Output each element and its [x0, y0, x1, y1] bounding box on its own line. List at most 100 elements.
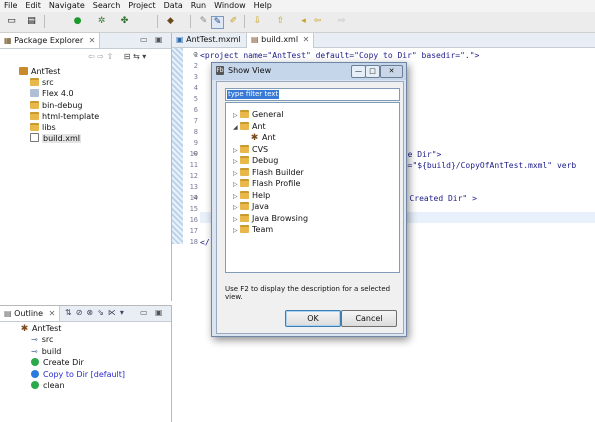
outline-item[interactable]: ⊸ build — [31, 346, 61, 357]
cancel-button[interactable]: Cancel — [341, 310, 397, 327]
menu-edit[interactable]: Edit — [21, 0, 45, 11]
collapsed-icon[interactable]: ▷ — [233, 214, 239, 225]
outline-item[interactable]: ⊸ src — [31, 334, 53, 345]
debug-icon[interactable]: ✲ — [96, 16, 107, 27]
tab-build-xml[interactable]: ▤ build.xml ✕ — [246, 33, 315, 48]
code-line[interactable]: le="${build}/CopyOfAntTest.mxml" verb — [398, 161, 576, 170]
collapsed-icon[interactable]: ▷ — [233, 191, 239, 202]
line-number: 11 — [189, 161, 198, 169]
collapsed-icon[interactable]: ▷ — [233, 156, 239, 167]
view-menu-icon[interactable]: ▾ — [142, 52, 146, 61]
tree-item[interactable]: bin-debug — [30, 100, 82, 111]
view-tree-item-label: Help — [252, 190, 271, 200]
view-tree-item[interactable]: ▷ Team — [233, 224, 273, 235]
menu-project[interactable]: Project — [124, 0, 159, 11]
outline-item[interactable]: Create Dir — [31, 357, 84, 368]
maximize-icon[interactable]: ▣ — [155, 308, 163, 317]
view-tree-item[interactable]: ▷ Help — [233, 190, 270, 201]
folder-icon — [240, 167, 249, 176]
view-tree-item[interactable]: ✱ Ant — [250, 132, 276, 143]
close-icon[interactable]: ✕ — [89, 36, 96, 45]
collapsed-icon[interactable]: ▷ — [233, 168, 239, 179]
highlight-icon[interactable]: ✐ — [228, 16, 239, 27]
minimize-window-button[interactable]: — — [351, 65, 366, 78]
back-icon[interactable]: ⇦ — [312, 16, 323, 27]
run-icon[interactable]: ● — [72, 16, 83, 27]
next-annotation-icon[interactable]: ⇩ — [252, 16, 263, 27]
ok-button[interactable]: OK — [285, 310, 341, 327]
menu-data[interactable]: Data — [160, 0, 187, 11]
profile-icon[interactable]: ✤ — [119, 16, 130, 27]
outline-tabbar: ▤ Outline ✕ ⇅⊘⊗⇘⋉▾ ▭ ▣ — [0, 306, 171, 322]
tree-item[interactable]: html-template — [30, 111, 99, 122]
collapsed-icon[interactable]: ▷ — [233, 145, 239, 156]
outline-item[interactable]: Copy to Dir [default] — [31, 369, 125, 380]
close-icon[interactable]: ✕ — [49, 309, 56, 318]
fold-icon[interactable]: ⊖ — [193, 194, 198, 201]
fold-icon[interactable]: ⊖ — [193, 150, 198, 157]
menu-help[interactable]: Help — [250, 0, 276, 11]
save-icon[interactable]: ▤ — [26, 16, 37, 27]
tree-item[interactable]: build.xml — [30, 133, 81, 144]
view-tree-item-label: Java Browsing — [252, 213, 309, 223]
collapse-all-icon[interactable]: ⊟ — [124, 52, 131, 61]
project-icon — [19, 67, 28, 75]
code-line[interactable]: </ — [200, 238, 210, 247]
tab-package-explorer[interactable]: ▦ Package Explorer ✕ — [0, 33, 101, 48]
code-line[interactable]: <project name="AntTest" default="Copy to… — [200, 51, 479, 60]
view-tree-item[interactable]: ▷ Debug — [233, 155, 278, 166]
tree-item[interactable]: AntTest — [19, 66, 60, 77]
outline-item[interactable]: clean — [31, 380, 65, 391]
fold-icon[interactable]: ⊖ — [193, 51, 198, 58]
forward-nav-icon[interactable]: ⇨ — [97, 52, 104, 61]
view-toolbar: ⇦ ⇨ ⇧ ⊟ ⇆ ▾ — [88, 52, 146, 61]
view-tree-item[interactable]: ▷ CVS — [233, 144, 268, 155]
line-number: 3 — [193, 73, 198, 81]
filter-input[interactable]: type filter text — [225, 88, 400, 101]
tree-item[interactable]: libs — [30, 122, 56, 133]
view-tree-item[interactable]: ▷ Flash Builder — [233, 167, 304, 178]
view-tree-item[interactable]: ◢ Ant — [233, 121, 266, 132]
view-tree-item[interactable]: ▷ Flash Profile — [233, 178, 300, 189]
new-file-icon[interactable]: ▭ — [6, 16, 17, 27]
view-tree-item[interactable]: ▷ General — [233, 109, 284, 120]
outline-toolbar-icons[interactable]: ⇅⊘⊗⇘⋉▾ — [65, 308, 128, 317]
close-icon[interactable]: ✕ — [303, 35, 310, 44]
menu-navigate[interactable]: Navigate — [45, 0, 89, 11]
minimize-icon[interactable]: ▭ — [140, 35, 148, 44]
view-tree-item[interactable]: ▷ Java — [233, 201, 269, 212]
menu-window[interactable]: Window — [210, 0, 250, 11]
close-window-button[interactable]: ✕ — [380, 65, 403, 78]
maximize-window-button[interactable]: □ — [365, 65, 380, 78]
collapsed-icon[interactable]: ▷ — [233, 202, 239, 213]
tab-outline[interactable]: ▤ Outline ✕ — [0, 306, 61, 321]
pen-icon[interactable]: ✎ — [198, 16, 209, 27]
line-number: 17 — [189, 227, 198, 235]
maximize-icon[interactable]: ▣ — [155, 35, 163, 44]
view-tree-item[interactable]: ▷ Java Browsing — [233, 213, 308, 224]
tree-item[interactable]: src — [30, 77, 54, 88]
outline-item[interactable]: ✱ AntTest — [20, 323, 62, 334]
menu-search[interactable]: Search — [89, 0, 124, 11]
line-number: 7 — [193, 117, 198, 125]
tab-anttest-mxml[interactable]: ▣ AntTest.mxml — [172, 33, 245, 47]
code-line[interactable]: es Created Dir" > — [395, 194, 477, 203]
menu-file[interactable]: File — [0, 0, 21, 11]
tree-item[interactable]: Flex 4.0 — [30, 88, 74, 99]
dialog-titlebar[interactable]: Fb Show View — □ ✕ — [212, 63, 406, 80]
back-nav-icon[interactable]: ⇦ — [88, 52, 95, 61]
link-editor-icon[interactable]: ⇆ — [133, 52, 140, 61]
collapsed-icon[interactable]: ▷ — [233, 179, 239, 190]
minimize-icon[interactable]: ▭ — [140, 308, 148, 317]
expanded-icon[interactable]: ◢ — [233, 122, 239, 133]
collapsed-icon[interactable]: ▷ — [233, 225, 239, 236]
collapsed-icon[interactable]: ▷ — [233, 110, 239, 121]
package-explorer-icon: ▦ — [4, 36, 12, 45]
last-edit-icon[interactable]: ◂ — [298, 16, 309, 27]
mark-occurrences-icon[interactable]: ✎ — [211, 16, 224, 29]
package-icon[interactable]: ◆ — [165, 16, 176, 27]
up-nav-icon[interactable]: ⇧ — [107, 52, 114, 61]
forward-icon[interactable]: ⇨ — [336, 16, 347, 27]
menu-run[interactable]: Run — [187, 0, 210, 11]
previous-annotation-icon[interactable]: ⇧ — [275, 16, 286, 27]
